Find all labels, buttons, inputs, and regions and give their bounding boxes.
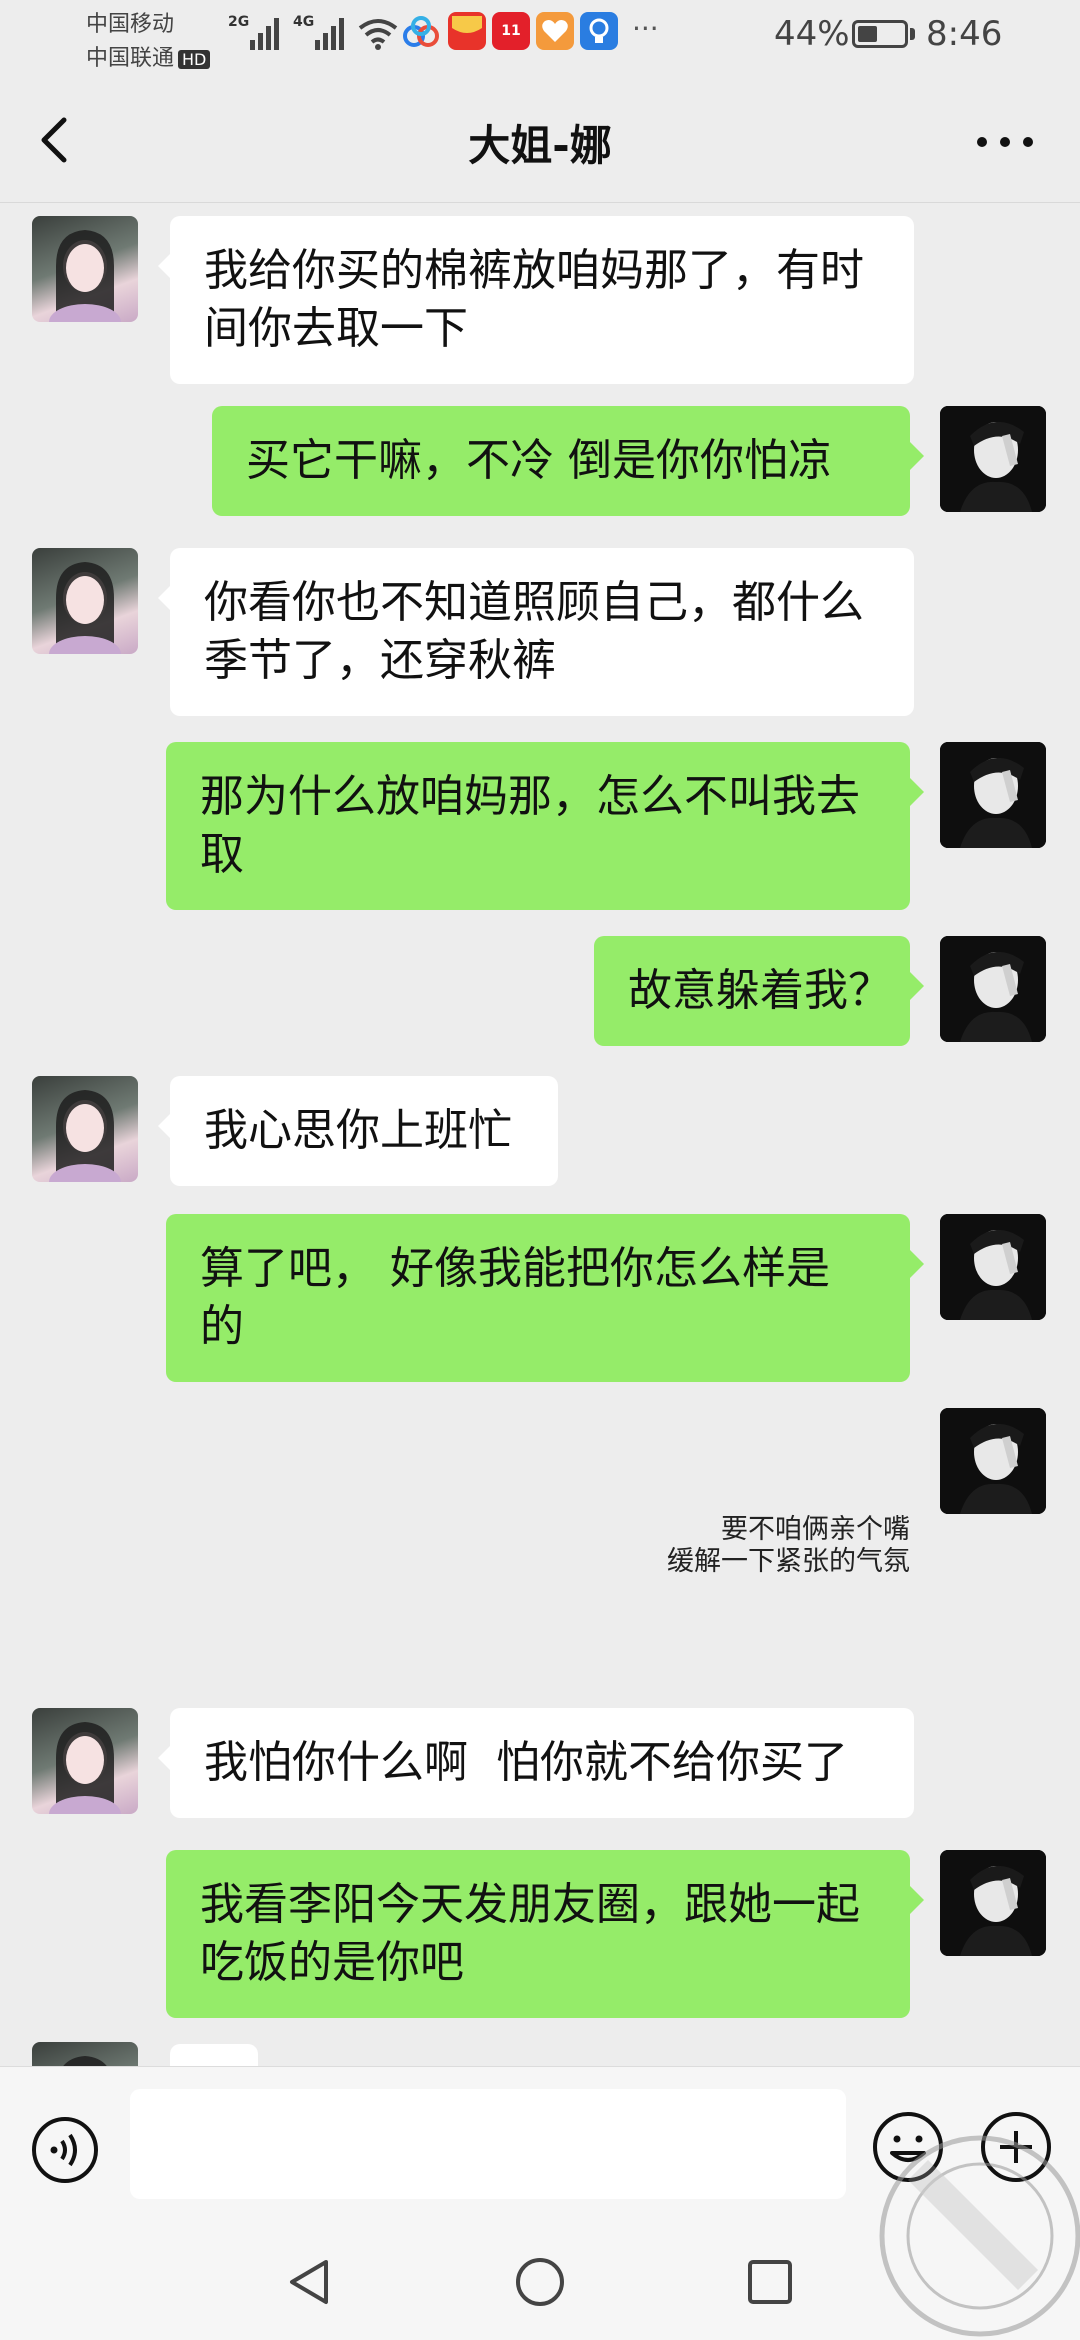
contact-avatar[interactable] xyxy=(32,1076,138,1182)
sent-message-bubble[interactable]: 故意躲着我？ xyxy=(594,936,910,1046)
carrier-label-2: 中国联通 HD xyxy=(86,40,211,72)
message-input[interactable] xyxy=(130,2089,846,2199)
sent-message-bubble[interactable]: 我看李阳今天发朋友圈，跟她一起 吃饭的是你吧 xyxy=(166,1850,910,2018)
sent-message-bubble[interactable]: 那为什么放咱妈那，怎么不叫我去 取 xyxy=(166,742,910,910)
contact-avatar[interactable] xyxy=(32,1708,138,1814)
more-notifications-icon: ··· xyxy=(632,12,659,45)
contact-avatar[interactable] xyxy=(32,2042,138,2066)
sent-message-bubble[interactable]: 买它干嘛，不冷 倒是你你怕凉 xyxy=(212,406,910,516)
watermark-logo xyxy=(879,2135,1080,2337)
received-message-bubble[interactable]: 我怕你什么啊 怕你就不给你买了 xyxy=(170,1708,914,1818)
battery-percent: 44% xyxy=(774,14,850,54)
sticker-caption[interactable]: 要不咱俩亲个嘴 缓解一下紧张的气氛 xyxy=(667,1514,910,1578)
chat-header: 大姐-娜 xyxy=(0,78,1080,203)
more-options-icon[interactable] xyxy=(970,122,1040,162)
battery-cap xyxy=(910,28,915,40)
carrier-label-1: 中国移动 xyxy=(86,12,175,37)
wifi-icon xyxy=(358,19,398,50)
my-avatar[interactable] xyxy=(940,936,1046,1042)
shopping-app-icon: 11 xyxy=(492,12,530,50)
my-avatar[interactable] xyxy=(940,1408,1046,1514)
received-message-bubble[interactable]: 你看你也不知道照顾自己，都什么 季节了，还穿秋裤 xyxy=(170,548,914,716)
contact-avatar[interactable] xyxy=(32,216,138,322)
signal-strength-icon xyxy=(315,18,344,50)
bubble-tail xyxy=(910,442,924,470)
heart-app-icon xyxy=(536,12,574,50)
red-packet-app-icon xyxy=(448,12,486,50)
my-avatar[interactable] xyxy=(940,1214,1046,1320)
received-message-bubble[interactable]: 我给你买的棉裤放咱妈那了，有时 间你去取一下 xyxy=(170,216,914,384)
bulb-app-icon xyxy=(580,12,618,50)
nav-home-icon[interactable] xyxy=(514,2256,566,2308)
sent-message-bubble[interactable]: 算了吧， 好像我能把你怎么样是 的 xyxy=(166,1214,910,1382)
signal-4g-label: 4G xyxy=(293,14,315,30)
battery-icon xyxy=(852,20,908,48)
nav-recents-icon[interactable] xyxy=(746,2258,794,2306)
chat-title: 大姐-娜 xyxy=(468,121,612,170)
hd-badge: HD xyxy=(178,50,211,69)
clock: 8:46 xyxy=(926,14,1003,54)
bubble-tail xyxy=(910,1886,924,1914)
nav-back-icon[interactable] xyxy=(284,2256,336,2308)
bubble-tail xyxy=(910,778,924,806)
signal-2g-label: 2G xyxy=(228,14,250,30)
status-bar: 中国移动 中国联通 HD 2G 4G 11 ··· 44% 8:46 xyxy=(0,0,1080,78)
my-avatar[interactable] xyxy=(940,406,1046,512)
received-message-bubble[interactable]: 我心思你上班忙 xyxy=(170,1076,558,1186)
message-list[interactable]: 我给你买的棉裤放咱妈那了，有时 间你去取一下买它干嘛，不冷 倒是你你怕凉你看你也… xyxy=(0,204,1080,2066)
my-avatar[interactable] xyxy=(940,1850,1046,1956)
battery-fill xyxy=(858,26,877,42)
contact-avatar[interactable] xyxy=(32,548,138,654)
carrier-2-text: 中国联通 xyxy=(86,46,175,71)
my-avatar[interactable] xyxy=(940,742,1046,848)
received-message-bubble[interactable] xyxy=(170,2044,258,2066)
bubble-tail xyxy=(910,1250,924,1278)
bubble-tail xyxy=(910,972,924,1000)
voice-input-icon[interactable] xyxy=(30,2115,100,2185)
cloud-app-icon xyxy=(403,16,439,47)
signal-strength-icon xyxy=(250,18,279,50)
